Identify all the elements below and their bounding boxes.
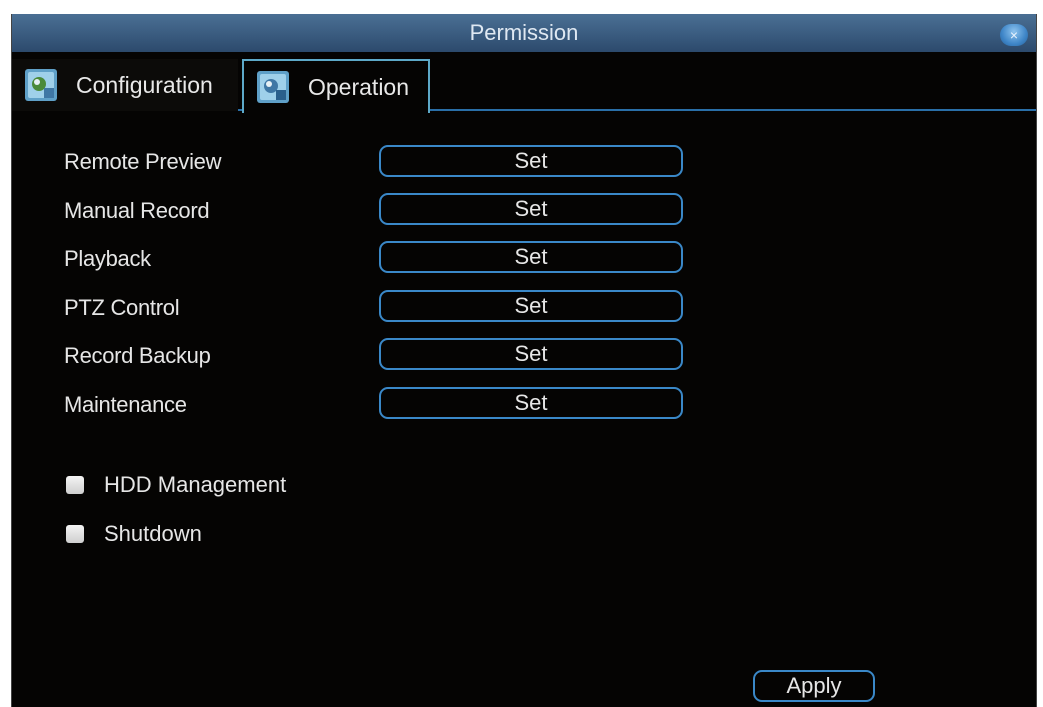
playback-set-button[interactable]: Set <box>379 241 683 273</box>
tab-operation[interactable]: Operation <box>242 59 430 113</box>
maintenance-set-button[interactable]: Set <box>379 387 683 419</box>
dialog-title: Permission <box>469 20 579 45</box>
close-icon[interactable]: × <box>1000 24 1028 46</box>
tab-bar: Configuration Operation <box>12 59 1036 113</box>
apply-button[interactable]: Apply <box>753 670 875 702</box>
settings-tab-icon <box>25 69 57 101</box>
tab-configuration-label: Configuration <box>76 71 213 98</box>
tab-configuration[interactable]: Configuration <box>12 59 238 111</box>
hdd-management-option[interactable]: HDD Management <box>66 472 286 498</box>
ptz-control-label: PTZ Control <box>64 295 180 320</box>
remote-preview-set-button[interactable]: Set <box>379 145 683 177</box>
playback-label: Playback <box>64 246 151 271</box>
hdd-management-checkbox[interactable] <box>66 476 84 494</box>
record-backup-set-button[interactable]: Set <box>379 338 683 370</box>
tab-operation-label: Operation <box>308 73 410 100</box>
hdd-management-label: HDD Management <box>104 472 287 497</box>
operation-tab-icon <box>257 71 289 103</box>
ptz-control-set-button[interactable]: Set <box>379 290 683 322</box>
record-backup-label: Record Backup <box>64 343 211 368</box>
title-bar: Permission × <box>12 14 1036 52</box>
permission-dialog: Permission × Configuration Operation Rem… <box>11 14 1037 707</box>
shutdown-label: Shutdown <box>104 521 202 546</box>
remote-preview-label: Remote Preview <box>64 149 222 174</box>
shutdown-option[interactable]: Shutdown <box>66 521 202 547</box>
maintenance-label: Maintenance <box>64 392 187 417</box>
manual-record-set-button[interactable]: Set <box>379 193 683 225</box>
shutdown-checkbox[interactable] <box>66 525 84 543</box>
manual-record-label: Manual Record <box>64 198 210 223</box>
